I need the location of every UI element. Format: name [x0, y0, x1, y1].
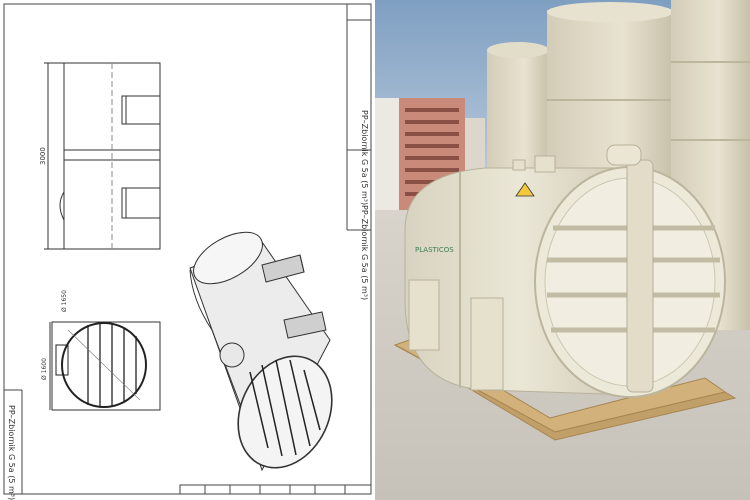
bottom-left-label-text: PP–Zbiornik G 5a (5 m³) — [7, 405, 16, 500]
bottom-left-label: PP–Zbiornik G 5a (5 m³) — [4, 389, 23, 500]
height-dimension: 3000 — [39, 147, 47, 165]
diameter-top: Ø 1650 — [61, 290, 68, 312]
tank-photo: PLASTICOS — [375, 0, 750, 500]
technical-drawing-panel: PP–Zbiornik G 5a (5 m³) PP–Zbiornik G 5a… — [0, 0, 375, 500]
title-strip-text-2: PP–Zbiornik G 5a (5 m³) — [360, 205, 369, 300]
title-strip: PP–Zbiornik G 5a (5 m³) PP–Zbiornik G 5a… — [346, 4, 371, 300]
title-strip-text: PP–Zbiornik G 5a (5 m³) — [360, 110, 369, 205]
tank-logo: PLASTICOS — [415, 246, 454, 254]
diameter-side: Ø 1600 — [41, 358, 48, 380]
bottom-table — [179, 484, 372, 495]
end-view — [49, 321, 161, 411]
front-view — [44, 62, 161, 250]
horizontal-tank: PLASTICOS — [404, 144, 726, 398]
tank-photo-panel: PLASTICOS — [375, 0, 750, 500]
technical-drawing: PP–Zbiornik G 5a (5 m³) PP–Zbiornik G 5a… — [3, 3, 372, 500]
isometric-view — [189, 231, 333, 472]
